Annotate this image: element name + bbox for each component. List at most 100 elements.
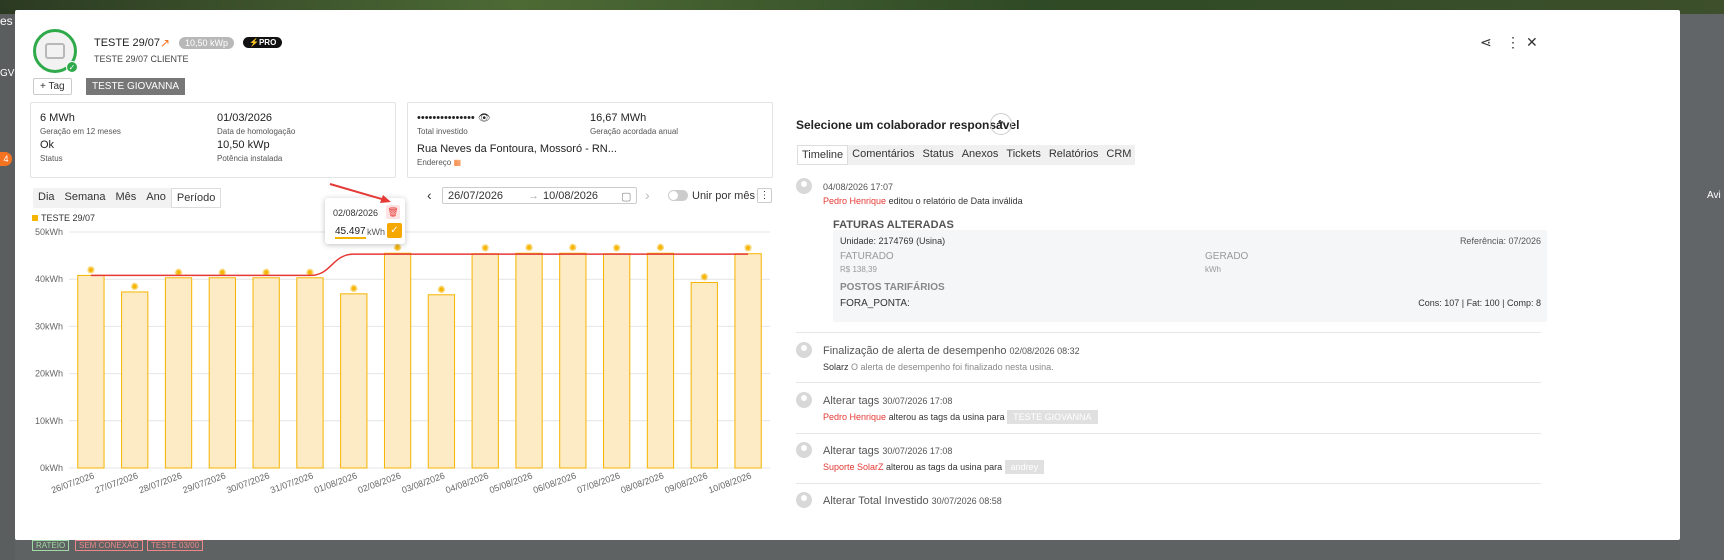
period-day[interactable]: Dia [33,188,60,208]
divider [796,483,1541,484]
chart-bar [208,277,236,469]
invoice-unit: Unidade: 2174769 (Usina) [840,236,946,246]
client-name: TESTE 29/07 CLIENTE [94,54,189,64]
group-by-month-label: Unir por mês [692,190,755,202]
bg-tag: TESTE 03/00 [147,540,204,551]
x-tick-label: 31/07/2026 [269,470,315,495]
power-badge: 10,50 kWp [179,37,235,49]
x-tick-label: 03/08/2026 [400,470,446,495]
chevron-left-icon[interactable]: ‹ [427,187,432,203]
tab-comments[interactable]: Comentários [848,145,918,165]
divider [796,382,1541,383]
calendar-icon[interactable]: ▢ [621,190,631,203]
chart-bar [77,274,105,469]
x-tick-label: 27/07/2026 [94,470,140,495]
chart-bar [690,282,718,469]
y-tick-label: 10kWh [35,416,63,426]
timeline-entry: Pedro Henrique editou o relatório de Dat… [823,196,1023,206]
x-tick-label: 01/08/2026 [313,470,359,495]
chart-bar [471,253,499,469]
event-title: Alterar tags [823,445,880,457]
timeline-user[interactable]: Suporte SolarZ [823,462,884,472]
pro-badge: ⚡PRO [243,37,283,48]
plant-modal: ✓ TESTE 29/07 ↗ 10,50 kWp ⚡PRO TESTE 29/… [15,10,1680,540]
field-value: ••••••••••••••• 👁 [417,112,491,124]
field-label: Endereço ▦ [417,158,617,167]
tab-tickets[interactable]: Tickets [1002,145,1044,165]
sun-icon: ✺ [437,285,445,296]
homologation-date: 01/03/2026 Data de homologação [217,112,295,136]
chart-bar [252,277,280,469]
tag-chip[interactable]: TESTE GIOVANNA [86,78,186,95]
timeline-user: Solarz [823,362,849,372]
y-tick-label: 0kWh [40,463,63,473]
tab-status[interactable]: Status [919,145,958,165]
x-tick-label: 29/07/2026 [181,470,227,495]
plant-title: TESTE 29/07 [94,37,161,49]
x-tick-label: 30/07/2026 [225,470,271,495]
period-year[interactable]: Ano [141,188,171,208]
period-range[interactable]: Período [170,188,222,208]
eye-icon[interactable]: 👁 [478,113,491,124]
timeline-user[interactable]: Pedro Henrique [823,412,886,422]
installed-power: 10,50 kWp Potência instalada [217,139,282,163]
tab-timeline[interactable]: Timeline [797,145,849,165]
chart-bar [734,253,762,469]
chart-bar [383,252,412,469]
popup-value-input[interactable]: 45.497 [335,226,366,239]
period-month[interactable]: Mês [111,188,142,208]
background-right-panel: Avi [1679,14,1724,560]
x-tick-label: 08/08/2026 [619,470,665,495]
confirm-check-icon[interactable]: ✓ [387,223,402,238]
add-tag-button[interactable]: + Tag [33,78,72,95]
chevron-down-icon[interactable]: ▼ [990,113,1012,135]
date-to[interactable]: 10/08/2026 [543,190,598,202]
timeline-entry: Suporte SolarZ alterou as tags da usina … [823,460,1045,474]
billed-label: FATURADO [840,251,894,262]
field-value: 01/03/2026 [217,112,273,124]
tab-attachments[interactable]: Anexos [958,145,1003,165]
x-tick-label: 26/07/2026 [50,470,96,495]
chart-bar [121,291,149,469]
date-from[interactable]: 26/07/2026 [448,190,503,202]
x-tick-label: 07/08/2026 [576,470,622,495]
user-avatar-icon [796,442,812,458]
date-range-picker[interactable]: 26/07/2026 → 10/08/2026 ▢ [442,187,637,204]
chart-bar [340,293,368,469]
popup-unit: kWh [367,227,385,237]
timeline-title: Finalização de alerta de desempenho 02/0… [823,345,1080,357]
tab-crm[interactable]: CRM [1102,145,1135,165]
check-icon: ✓ [66,61,78,73]
chart-options-button[interactable]: ⋮ [757,188,772,203]
tariff-posts-title: POSTOS TARIFÁRIOS [840,282,945,293]
group-by-month-toggle[interactable] [668,190,688,201]
period-week[interactable]: Semana [60,188,111,208]
timeline-user[interactable]: Pedro Henrique [823,196,886,206]
y-tick-label: 20kWh [35,369,63,379]
address: Rua Neves da Fontoura, Mossoró - RN... E… [417,143,617,167]
sun-icon: ✺ [525,243,533,254]
timeline-title: Alterar tags 30/07/2026 17:08 [823,395,952,407]
event-time: 30/07/2026 08:58 [931,496,1002,506]
tag-chip: TESTE GIOVANNA [1007,410,1098,424]
sun-icon: ✺ [744,244,752,255]
responsible-selector-label: Selecione um colaborador responsável [796,118,1020,132]
total-invested: ••••••••••••••• 👁 Total investido [417,112,491,136]
close-icon[interactable]: ✕ [1526,34,1538,51]
plant-status: Ok Status [40,139,63,163]
bg-tag: SEM CONEXÃO [75,540,143,551]
divider [796,332,1541,333]
tab-reports[interactable]: Relatórios [1045,145,1103,165]
event-time: 30/07/2026 17:08 [882,396,953,406]
share-icon[interactable]: ⋖ [1480,34,1492,51]
x-tick-label: 06/08/2026 [532,470,578,495]
bg-badge: 4 [0,152,12,166]
more-vertical-icon[interactable]: ⋮ [1506,34,1520,51]
timeline-text: editou o relatório de Data inválida [888,196,1023,206]
map-icon[interactable]: ▦ [453,158,461,167]
chevron-right-icon[interactable]: › [645,187,650,203]
chart-bar [559,252,587,469]
external-link-icon[interactable]: ↗ [160,36,170,50]
event-time: 02/08/2026 08:32 [1009,346,1080,356]
add-tag-label: Tag [48,81,65,92]
